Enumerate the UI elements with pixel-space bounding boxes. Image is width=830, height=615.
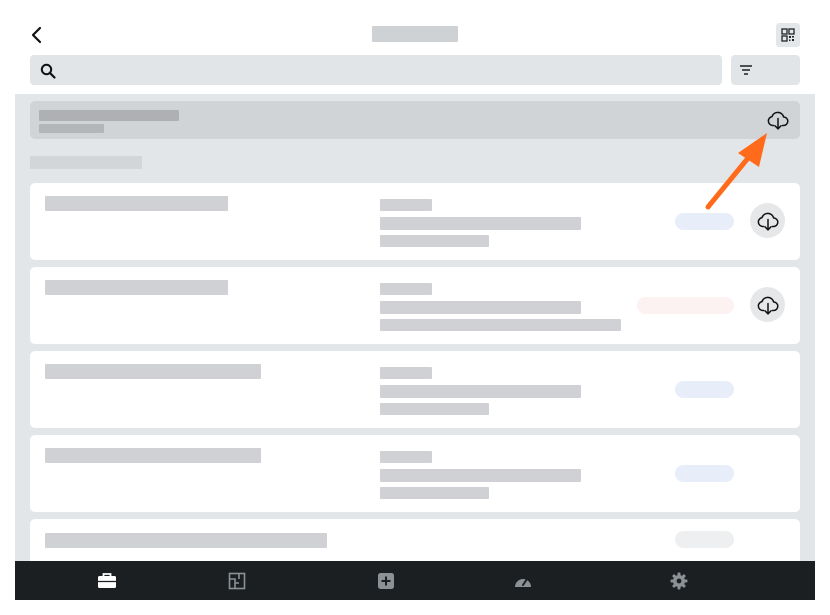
banner-subtitle-placeholder bbox=[39, 124, 104, 133]
filter-lines-icon bbox=[740, 65, 752, 75]
search-input[interactable] bbox=[30, 55, 722, 85]
briefcase-icon bbox=[98, 573, 116, 588]
item-detail-placeholder bbox=[380, 217, 581, 230]
download-button[interactable] bbox=[750, 287, 785, 322]
status-badge bbox=[675, 531, 734, 548]
floor-plan-icon bbox=[228, 572, 246, 590]
status-badge bbox=[675, 213, 734, 230]
app-screen bbox=[15, 15, 815, 600]
item-title-placeholder bbox=[45, 448, 261, 463]
cloud-download-icon bbox=[757, 212, 779, 231]
item-detail-placeholder bbox=[380, 301, 581, 314]
qr-code-icon bbox=[781, 28, 795, 42]
settings-gear-icon bbox=[670, 572, 688, 590]
nav-item-dashboard[interactable] bbox=[513, 572, 531, 590]
back-button[interactable] bbox=[25, 24, 49, 46]
banner-title-placeholder bbox=[39, 110, 179, 121]
status-badge bbox=[637, 297, 734, 314]
item-detail-placeholder bbox=[380, 319, 621, 331]
list-item[interactable] bbox=[30, 267, 800, 344]
item-title-placeholder bbox=[45, 364, 261, 379]
item-detail-placeholder bbox=[380, 451, 432, 463]
bottom-navigation bbox=[15, 561, 815, 600]
page-title-placeholder bbox=[372, 26, 458, 42]
search-icon bbox=[40, 63, 56, 79]
qr-code-button[interactable] bbox=[776, 23, 800, 47]
item-detail-placeholder bbox=[380, 469, 581, 482]
download-all-banner[interactable] bbox=[30, 101, 800, 139]
cloud-download-icon bbox=[767, 111, 789, 130]
nav-item-add[interactable] bbox=[377, 572, 395, 590]
status-badge bbox=[675, 381, 734, 398]
nav-item-plans[interactable] bbox=[228, 572, 246, 590]
list-item[interactable] bbox=[30, 351, 800, 428]
item-detail-placeholder bbox=[380, 487, 489, 499]
section-header-placeholder bbox=[30, 156, 142, 169]
header bbox=[15, 15, 815, 94]
item-title-placeholder bbox=[45, 533, 327, 548]
nav-item-projects[interactable] bbox=[97, 572, 117, 590]
item-detail-placeholder bbox=[380, 283, 432, 295]
chevron-left-icon bbox=[31, 26, 42, 44]
cloud-download-icon bbox=[757, 296, 779, 315]
item-title-placeholder bbox=[45, 196, 228, 211]
add-square-icon bbox=[378, 573, 394, 589]
nav-item-settings[interactable] bbox=[670, 572, 688, 590]
filter-button[interactable] bbox=[731, 55, 800, 85]
download-button[interactable] bbox=[750, 203, 785, 238]
item-detail-placeholder bbox=[380, 403, 489, 415]
item-detail-placeholder bbox=[380, 199, 432, 211]
dashboard-gauge-icon bbox=[515, 578, 531, 587]
item-detail-placeholder bbox=[380, 385, 581, 398]
item-detail-placeholder bbox=[380, 367, 432, 379]
item-title-placeholder bbox=[45, 280, 228, 295]
item-detail-placeholder bbox=[380, 235, 489, 247]
download-all-button[interactable] bbox=[766, 108, 790, 132]
status-badge bbox=[675, 465, 734, 482]
list-item[interactable] bbox=[30, 435, 800, 512]
list-item[interactable] bbox=[30, 183, 800, 260]
